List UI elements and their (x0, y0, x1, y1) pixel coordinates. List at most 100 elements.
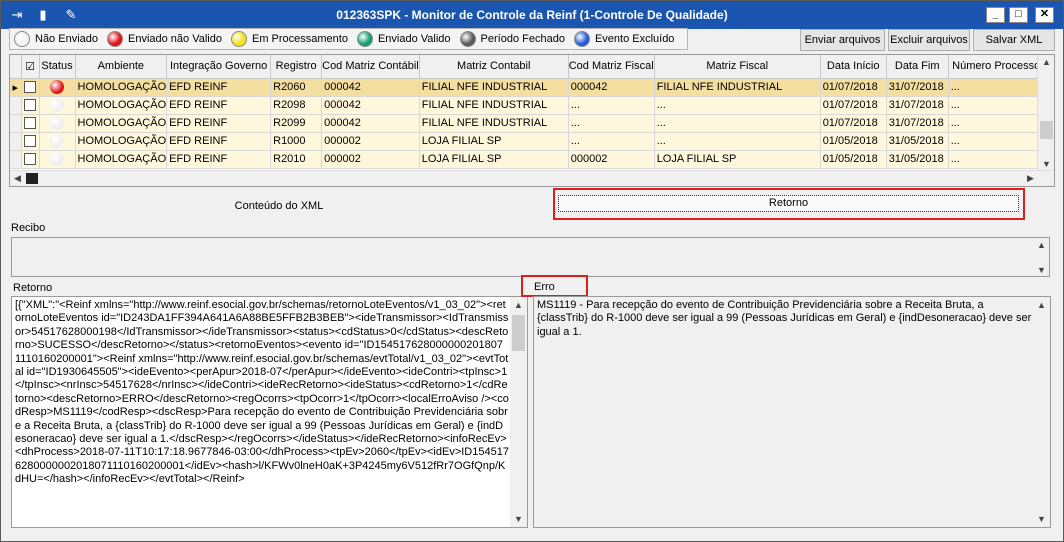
erro-textarea[interactable]: MS1119 - Para recepção do evento de Cont… (533, 296, 1051, 528)
cell-processo: ... (948, 114, 1045, 133)
row-checkbox[interactable] (24, 81, 36, 94)
erro-text: MS1119 - Para recepção do evento de Cont… (537, 299, 1032, 338)
grid-vertical-scrollbar[interactable]: ▲ ▼ (1037, 55, 1054, 172)
minimize-button[interactable]: _ (986, 7, 1005, 23)
cell-cod-fiscal: 000002 (568, 150, 655, 169)
column-header[interactable]: Matriz Contabil (419, 55, 569, 79)
table-row[interactable]: HOMOLOGAÇÃO EFD REINF R2099 000042 FILIAL NF… (10, 114, 1045, 133)
cell-ambiente: HOMOLOGAÇÃO (75, 132, 168, 151)
reinf-monitor-window: ⇥ ▮ ✎ 012363SPK - Monitor de Controle da… (0, 0, 1064, 542)
window-title: 012363SPK - Monitor de Controle da Reinf… (336, 8, 728, 22)
legend-item: Não Enviado (14, 31, 98, 47)
cell-cod-fiscal: ... (568, 114, 655, 133)
column-header[interactable]: Integração Governo (166, 55, 272, 79)
cell-cod-fiscal: 000042 (568, 78, 655, 97)
row-checkbox-cell (21, 96, 40, 115)
column-header[interactable]: Matriz Fiscal (654, 55, 821, 79)
row-checkbox[interactable] (24, 99, 36, 112)
scroll-up-icon[interactable]: ▲ (1037, 240, 1046, 250)
cell-matriz-contabil: LOJA FILIAL SP (419, 132, 569, 151)
row-checkbox-cell (21, 78, 40, 97)
retorno-textarea[interactable]: [{"XML":"<Reinf xmlns="http://www.reinf.… (11, 296, 528, 528)
enviar-arquivos-button[interactable]: Enviar arquivos (800, 29, 885, 51)
column-header[interactable]: Registro (270, 55, 323, 79)
recibo-scrollbar[interactable]: ▲ ▼ (1034, 238, 1049, 276)
table-row[interactable]: HOMOLOGAÇÃO EFD REINF R2010 000002 LOJA FILI… (10, 150, 1045, 169)
cell-processo: ... (948, 150, 1045, 169)
highlight-box (553, 188, 1025, 220)
cell-registro: R2099 (270, 114, 323, 133)
select-all-checkbox[interactable]: ☑ (21, 55, 40, 79)
cell-fim: 31/07/2018 (886, 96, 949, 115)
status-cell (39, 132, 76, 151)
scroll-left-icon[interactable]: ◀ (14, 173, 21, 184)
status-dot-icon (50, 116, 64, 130)
column-header[interactable]: Ambiente (75, 55, 168, 79)
status-dot-icon (50, 80, 64, 94)
legend-label: Período Fechado (480, 33, 565, 45)
recibo-field[interactable] (11, 237, 1050, 277)
scroll-down-icon[interactable]: ▼ (1037, 265, 1046, 275)
tab-conteudo-xml[interactable]: Conteúdo do XML (9, 196, 549, 216)
cell-integracao: EFD REINF (166, 96, 272, 115)
excluir-arquivos-button[interactable]: Excluir arquivos (888, 29, 970, 51)
table-row[interactable]: HOMOLOGAÇÃO EFD REINF R1000 000002 LOJA FILI… (10, 132, 1045, 151)
column-header[interactable]: Cod Matriz Fiscal (568, 55, 655, 79)
cell-integracao: EFD REINF (166, 114, 272, 133)
column-header[interactable]: Número Processo (948, 55, 1045, 79)
row-indicator (10, 132, 22, 151)
scroll-down-icon[interactable]: ▼ (1037, 513, 1046, 526)
retorno-text: [{"XML":"<Reinf xmlns="http://www.reinf.… (15, 299, 509, 486)
cell-cod-contabil: 000042 (321, 78, 420, 97)
cell-inicio: 01/07/2018 (820, 114, 887, 133)
retorno-scrollbar[interactable]: ▲ ▼ (510, 297, 527, 527)
status-dot-icon (573, 31, 590, 47)
row-checkbox[interactable] (24, 117, 36, 130)
column-header[interactable]: Data Início (820, 55, 887, 79)
cell-cod-contabil: 000002 (321, 150, 420, 169)
scroll-up-icon[interactable]: ▲ (1037, 299, 1046, 312)
row-indicator (10, 96, 22, 115)
table-row[interactable]: HOMOLOGAÇÃO EFD REINF R2098 000042 FILIAL NF… (10, 96, 1045, 115)
scroll-up-icon[interactable]: ▲ (1042, 57, 1051, 67)
maximize-button[interactable]: □ (1009, 7, 1028, 23)
status-cell (39, 150, 76, 169)
scroll-thumb[interactable] (512, 315, 525, 351)
status-cell (39, 78, 76, 97)
status-dot-icon (14, 31, 30, 47)
legend-item: Enviado não Valido (107, 31, 222, 47)
legend-label: Não Enviado (35, 33, 98, 45)
scroll-thumb[interactable] (26, 173, 38, 184)
column-header[interactable]: Status (39, 55, 76, 79)
table-row[interactable]: ▸ HOMOLOGAÇÃO EFD REINF R2060 000042 FILIAL N… (10, 78, 1045, 97)
cell-cod-contabil: 000002 (321, 132, 420, 151)
status-dot-icon (50, 98, 64, 112)
row-indicator: ▸ (10, 78, 22, 97)
scroll-down-icon[interactable]: ▼ (1042, 159, 1051, 169)
scroll-down-icon[interactable]: ▼ (514, 513, 523, 526)
column-header[interactable]: Data Fim (886, 55, 949, 79)
events-grid: ☑ Status Ambiente Integração Governo Registr… (9, 54, 1055, 187)
row-checkbox[interactable] (24, 135, 36, 148)
cell-ambiente: HOMOLOGAÇÃO (75, 114, 168, 133)
salvar-xml-button[interactable]: Salvar XML (973, 29, 1055, 51)
cell-matriz-fiscal: ... (654, 132, 821, 151)
scroll-thumb[interactable] (1040, 121, 1053, 139)
cell-matriz-fiscal: LOJA FILIAL SP (654, 150, 821, 169)
cell-matriz-contabil: FILIAL NFE INDUSTRIAL (419, 114, 569, 133)
row-checkbox[interactable] (24, 153, 36, 166)
row-checkbox-cell (21, 150, 40, 169)
status-dot-icon (50, 134, 64, 148)
cell-cod-fiscal: ... (568, 96, 655, 115)
cell-fim: 31/07/2018 (886, 114, 949, 133)
cell-processo: ... (948, 78, 1045, 97)
close-button[interactable]: ✕ (1035, 7, 1054, 23)
row-checkbox-cell (21, 132, 40, 151)
scroll-right-icon[interactable]: ▶ (1027, 173, 1034, 184)
grid-horizontal-scrollbar[interactable]: ◀ ▶ (10, 170, 1054, 186)
status-cell (39, 114, 76, 133)
scroll-up-icon[interactable]: ▲ (514, 299, 523, 312)
cell-processo: ... (948, 132, 1045, 151)
column-header[interactable]: Cod Matriz Contábil (321, 55, 420, 79)
erro-scrollbar[interactable]: ▲ ▼ (1033, 297, 1050, 527)
